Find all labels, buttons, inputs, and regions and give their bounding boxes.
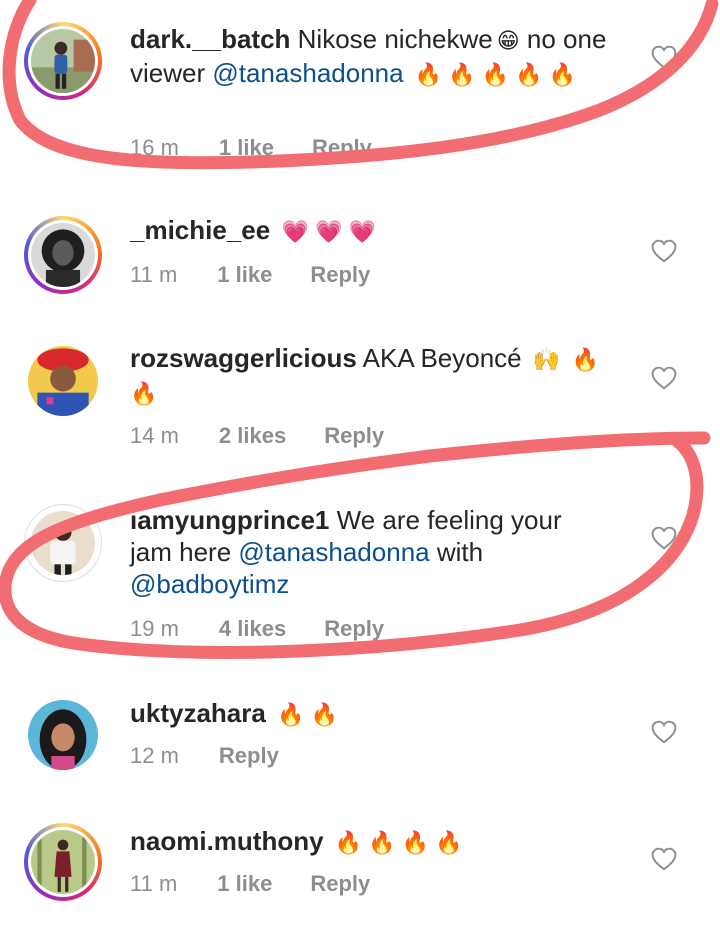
comment-username[interactable]: naomi.muthony (130, 826, 324, 856)
fire-emojis: 🔥 🔥 🔥 🔥 🔥 (414, 62, 577, 87)
avatar (31, 830, 95, 894)
reply-button[interactable]: Reply (310, 871, 370, 897)
comment-text: uktyzahara 🔥 🔥 (130, 697, 630, 731)
fire-emojis: 🔥 🔥 (277, 702, 338, 727)
avatar-story-ring[interactable] (24, 823, 102, 901)
likes-count[interactable]: 1 like (219, 135, 274, 161)
comment-time: 11 m (130, 262, 178, 287)
comment-username[interactable]: iamyungprince1 (130, 505, 329, 535)
like-button[interactable] (651, 526, 677, 550)
avatar-frame[interactable] (24, 342, 102, 420)
avatar (31, 511, 95, 575)
avatar-border (29, 509, 97, 577)
avatar (31, 29, 95, 93)
comment-text: rozswaggerlicious AKA Beyoncé 🙌 🔥 🔥 (130, 342, 630, 410)
comment-time: 19 m (130, 616, 179, 641)
avatar-photo (31, 29, 95, 93)
avatar (28, 346, 98, 416)
likes-count[interactable]: 1 like (217, 262, 272, 288)
comment-body: AKA Beyoncé (362, 343, 522, 373)
comment-text: dark.__batch Nikose nichekwe 😁 no one vie… (130, 23, 630, 91)
heart-outline-icon (651, 366, 677, 390)
likes-count[interactable]: 2 likes (219, 423, 286, 449)
comment-meta: 12 m Reply (130, 743, 317, 769)
avatar-border (28, 346, 98, 416)
like-button[interactable] (651, 45, 677, 69)
comment-meta: 11 m 1 like Reply (130, 871, 408, 897)
comment-meta: 11 m 1 like Reply (130, 262, 408, 288)
comment-meta: 14 m 2 likes Reply (130, 423, 422, 449)
avatar-border (28, 700, 98, 770)
raising-hands-emoji: 🙌 (532, 347, 561, 372)
like-button[interactable] (651, 239, 677, 263)
avatar-photo (28, 346, 98, 416)
like-button[interactable] (651, 366, 677, 390)
avatar-photo (31, 830, 95, 894)
avatar-photo (31, 511, 95, 575)
avatar-border (28, 26, 98, 96)
comment-time: 12 m (130, 743, 179, 768)
mention-link[interactable]: @tanashadonna (212, 58, 403, 88)
comment-username[interactable]: _michie_ee (130, 215, 270, 245)
avatar-photo (28, 700, 98, 770)
avatar (31, 223, 95, 287)
grin-emoji: 😁 (496, 28, 520, 53)
comment-text: _michie_ee 💗 💗 💗 (130, 214, 630, 248)
avatar-story-ring[interactable] (24, 22, 102, 100)
comment-meta: 16 m 1 like Reply (130, 135, 410, 161)
likes-count[interactable]: 4 likes (219, 616, 286, 642)
comment-text: iamyungprince1 We are feeling your jam h… (130, 504, 610, 600)
mention-link-2[interactable]: @badboytimz (130, 569, 289, 599)
reply-button[interactable]: Reply (219, 743, 279, 769)
like-button[interactable] (651, 847, 677, 871)
heart-emojis: 💗 💗 💗 (281, 219, 376, 244)
like-button[interactable] (651, 720, 677, 744)
avatar-frame[interactable] (24, 504, 102, 582)
avatar-photo (31, 223, 95, 287)
avatar-border (28, 827, 98, 897)
heart-outline-icon (651, 847, 677, 871)
comment-meta: 19 m 4 likes Reply (130, 616, 422, 642)
comment-text: naomi.muthony 🔥 🔥 🔥 🔥 (130, 825, 630, 859)
comment-username[interactable]: uktyzahara (130, 698, 266, 728)
comment-time: 14 m (130, 423, 179, 448)
heart-outline-icon (651, 526, 677, 550)
heart-outline-icon (651, 239, 677, 263)
reply-button[interactable]: Reply (312, 135, 372, 161)
reply-button[interactable]: Reply (310, 262, 370, 288)
reply-button[interactable]: Reply (324, 423, 384, 449)
avatar-border (28, 220, 98, 290)
comment-time: 16 m (130, 135, 179, 160)
heart-outline-icon (651, 45, 677, 69)
likes-count[interactable]: 1 like (217, 871, 272, 897)
avatar-story-ring[interactable] (24, 216, 102, 294)
comment-body-2: with (436, 537, 484, 567)
mention-link[interactable]: @tanashadonna (238, 537, 429, 567)
reply-button[interactable]: Reply (324, 616, 384, 642)
comment-username[interactable]: dark.__batch (130, 24, 290, 54)
avatar (28, 700, 98, 770)
heart-outline-icon (651, 720, 677, 744)
avatar-frame[interactable] (24, 696, 102, 774)
comment-body: Nikose nichekwe (297, 24, 493, 54)
comment-username[interactable]: rozswaggerlicious (130, 343, 357, 373)
fire-emojis: 🔥 🔥 🔥 🔥 (334, 830, 463, 855)
comment-time: 11 m (130, 871, 178, 896)
